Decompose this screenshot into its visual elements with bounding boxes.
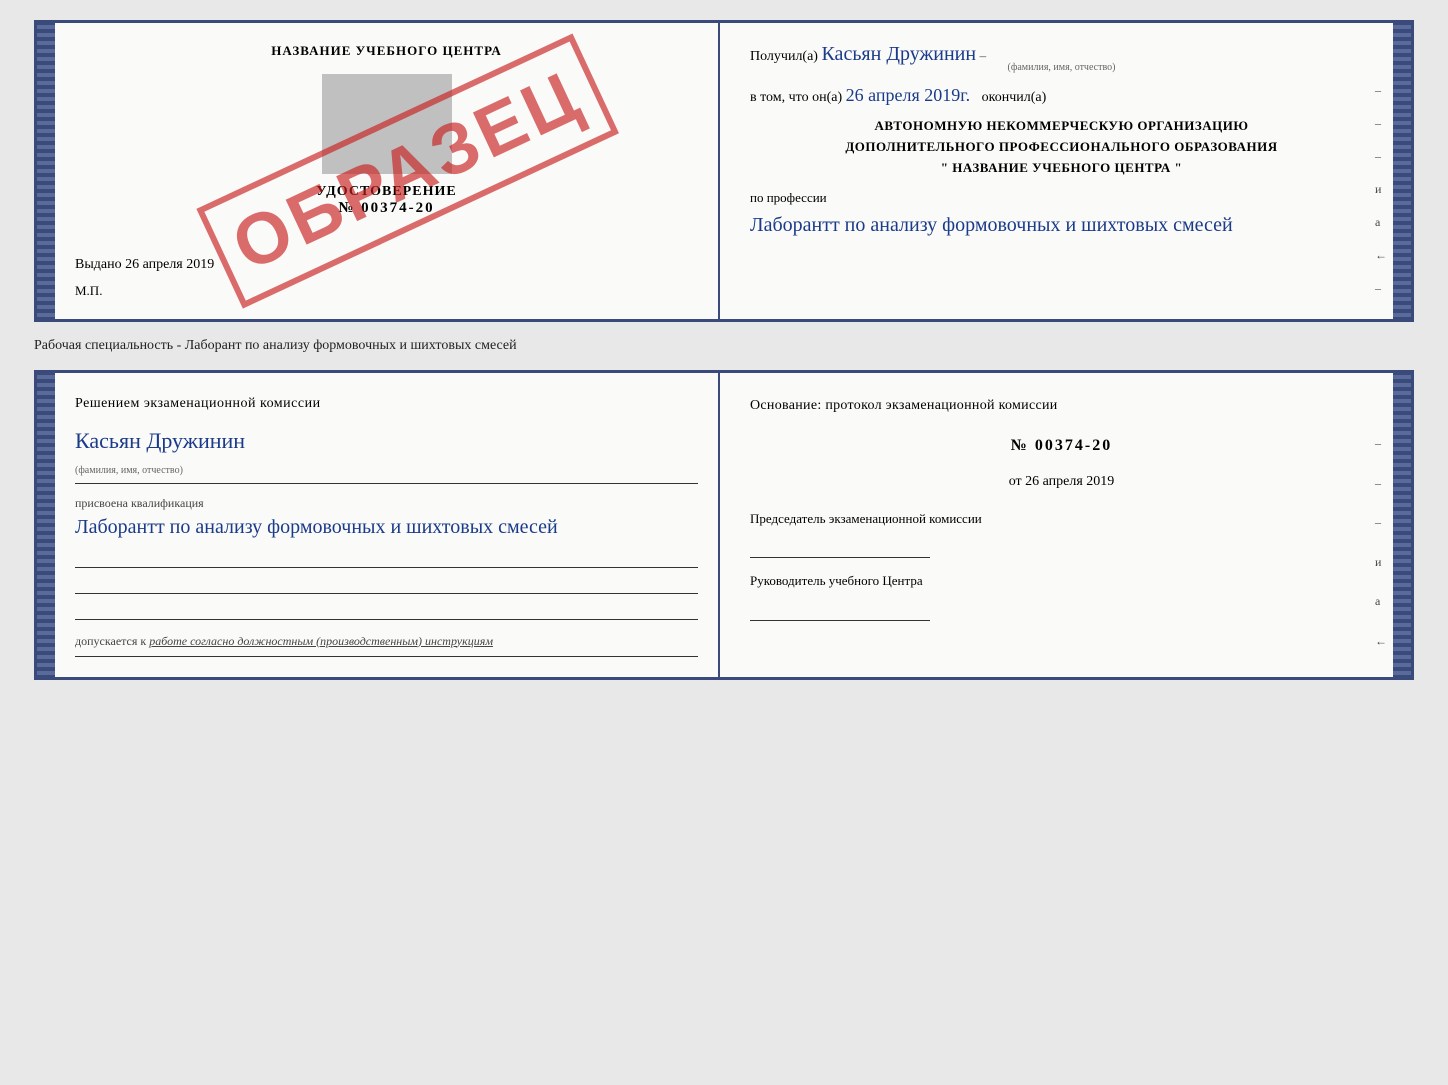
vtom-label: в том, что он(а) [750,90,842,105]
underline3 [75,602,698,620]
org-line2: ДОПОЛНИТЕЛЬНОГО ПРОФЕССИОНАЛЬНОГО ОБРАЗО… [750,137,1373,158]
org-block: АВТОНОМНУЮ НЕКОММЕРЧЕСКУЮ ОРГАНИЗАЦИЮ ДО… [750,116,1373,178]
ot-label: от [1009,474,1022,489]
separator-text: Рабочая специальность - Лаборант по анал… [34,332,1414,360]
top-doc-left: НАЗВАНИЕ УЧЕБНОГО ЦЕНТРА УДОСТОВЕРЕНИЕ №… [55,23,720,319]
prisvoena-value: Лаборантт по анализу формовочных и шихто… [75,512,698,542]
vydano-line: Выдано 26 апреля 2019 [75,257,698,273]
bottom-right-side-marks: – – – и а ← – – – [1375,433,1387,680]
rukov-label: Руководитель учебного Центра [750,572,1373,590]
top-document: НАЗВАНИЕ УЧЕБНОГО ЦЕНТРА УДОСТОВЕРЕНИЕ №… [34,20,1414,322]
bottom-doc-right: Основание: протокол экзаменационной коми… [720,373,1393,677]
ot-date: 26 апреля 2019 [1025,474,1114,489]
photo-placeholder [322,74,452,174]
dopusk-block: допускается к работе согласно должностны… [75,632,698,650]
bottom-name: Касьян Дружинин [75,424,698,457]
underline2 [75,576,698,594]
underline1 [75,550,698,568]
osnov-title: Основание: протокол экзаменационной коми… [750,393,1373,418]
dopusk-label: допускается к [75,634,146,648]
prof-block: по профессии Лаборантт по анализу формов… [750,190,1373,240]
rukov-sign [750,597,930,621]
prisvoena-label: присвоена квалификация [75,494,698,512]
okonchil-label: окончил(а) [982,90,1047,105]
predsedatel-block: Председатель экзаменационной комиссии [750,510,1373,558]
bottom-fio-hint: (фамилия, имя, отчество) [75,465,183,476]
page-wrapper: НАЗВАНИЕ УЧЕБНОГО ЦЕНТРА УДОСТОВЕРЕНИЕ №… [34,20,1414,680]
right-spine [1393,23,1411,319]
rukov-block: Руководитель учебного Центра [750,572,1373,620]
vydano-label: Выдано [75,257,122,272]
prof-label: по профессии [750,190,827,205]
udostoverenie-block: УДОСТОВЕРЕНИЕ № 00374-20 [75,184,698,217]
protocol-number: № 00374-20 [750,432,1373,461]
vtom-date: 26 апреля 2019г. [846,85,971,105]
bottom-document: Решением экзаменационной комиссии Касьян… [34,370,1414,680]
vtom-line: в том, что он(а) 26 апреля 2019г. окончи… [750,85,1373,106]
vydano-date: 26 апреля 2019 [125,257,214,272]
poluchil-name: Касьян Дружинин [821,43,976,65]
reshen-title: Решением экзаменационной комиссии [75,393,698,414]
poluchil-line: Получил(а) Касьян Дружинин – (фамилия, и… [750,43,1373,73]
top-doc-right: Получил(а) Касьян Дружинин – (фамилия, и… [720,23,1393,319]
bottom-doc-left: Решением экзаменационной комиссии Касьян… [55,373,720,677]
top-title: НАЗВАНИЕ УЧЕБНОГО ЦЕНТРА [75,43,698,59]
mp-line: М.П. [75,283,698,299]
prof-value: Лаборантт по анализу формовочных и шихто… [750,210,1373,240]
bottom-left-spine [37,373,55,677]
udostoverenie-number: № 00374-20 [75,200,698,217]
right-side-marks: – – – и а ← – – – [1375,83,1387,322]
org-line3: " НАЗВАНИЕ УЧЕБНОГО ЦЕНТРА " [750,158,1373,179]
ot-line: от 26 апреля 2019 [750,469,1373,494]
predsedatel-label: Председатель экзаменационной комиссии [750,510,1373,528]
bottom-right-spine [1393,373,1411,677]
org-line1: АВТОНОМНУЮ НЕКОММЕРЧЕСКУЮ ОРГАНИЗАЦИЮ [750,116,1373,137]
left-spine [37,23,55,319]
predsedatel-sign [750,534,930,558]
udostoverenie-label: УДОСТОВЕРЕНИЕ [75,184,698,200]
dopusk-value: работе согласно должностным (производств… [149,634,493,648]
poluchil-label: Получил(а) [750,49,818,64]
